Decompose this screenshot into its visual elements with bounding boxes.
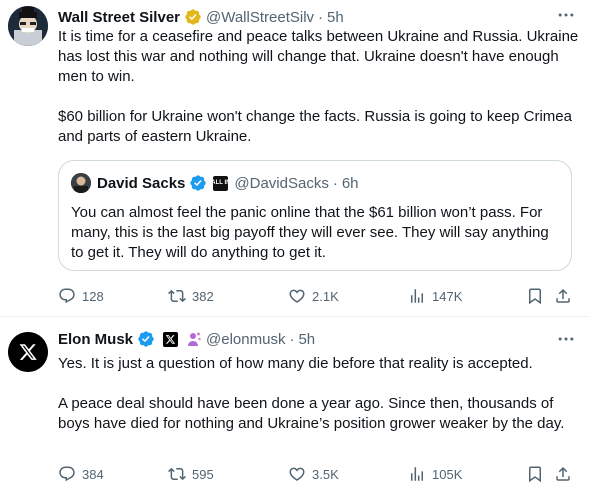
view-count: 105K bbox=[432, 466, 463, 482]
bookmark-button[interactable] bbox=[526, 464, 544, 484]
reply-icon bbox=[59, 466, 75, 482]
blue-verified-badge-icon[interactable] bbox=[137, 330, 155, 348]
repost-count: 595 bbox=[192, 466, 214, 482]
affiliation-label: ALL IN bbox=[211, 180, 231, 186]
post-actions: 128 382 2.1K 147K bbox=[52, 286, 582, 306]
views-button[interactable]: 147K bbox=[408, 286, 462, 306]
handle[interactable]: @elonmusk bbox=[206, 331, 285, 348]
blue-verified-badge-icon bbox=[189, 174, 207, 192]
bookmark-icon bbox=[529, 466, 541, 483]
quote-display-name: David Sacks bbox=[97, 174, 186, 192]
post-divider bbox=[0, 316, 590, 317]
share-button[interactable] bbox=[554, 286, 572, 306]
like-count: 3.5K bbox=[312, 466, 339, 482]
x-logo-icon bbox=[8, 332, 48, 372]
more-horizontal-icon bbox=[558, 13, 574, 17]
repost-icon bbox=[168, 289, 186, 303]
reply-button[interactable]: 384 bbox=[58, 464, 104, 484]
quote-timestamp: 6h bbox=[341, 174, 359, 192]
separator-dot: · bbox=[289, 330, 295, 348]
share-button[interactable] bbox=[554, 464, 572, 484]
post-paragraph: Yes. It is just a question of how many d… bbox=[58, 355, 533, 372]
display-name[interactable]: Wall Street Silver bbox=[58, 9, 180, 26]
x-affiliation-badge-icon[interactable] bbox=[163, 331, 179, 347]
quote-text: You can almost feel the panic online tha… bbox=[71, 204, 549, 261]
repost-button[interactable]: 382 bbox=[168, 286, 214, 306]
reply-button[interactable]: 128 bbox=[58, 286, 104, 306]
bookmark-button[interactable] bbox=[526, 286, 544, 306]
post-paragraph: $60 billion for Ukraine won't change the… bbox=[58, 108, 572, 145]
repost-icon bbox=[168, 467, 186, 481]
post-wall-street-silver[interactable]: Wall Street Silver @WallStreetSilv · 5h … bbox=[0, 0, 590, 316]
repost-button[interactable]: 595 bbox=[168, 464, 214, 484]
quote-header: David Sacks ALL IN @DavidSacks · 6h bbox=[71, 173, 359, 193]
post-paragraph: It is time for a ceasefire and peace tal… bbox=[58, 28, 579, 85]
more-horizontal-icon bbox=[558, 337, 574, 341]
post-text: It is time for a ceasefire and peace tal… bbox=[58, 27, 580, 147]
quoted-post[interactable]: David Sacks ALL IN @DavidSacks · 6h You … bbox=[58, 160, 572, 271]
heart-icon bbox=[289, 467, 305, 481]
post-paragraph: A peace deal should have been done a yea… bbox=[58, 395, 565, 432]
view-count: 147K bbox=[432, 288, 463, 304]
timestamp[interactable]: 5h bbox=[298, 331, 315, 348]
all-in-affiliation-badge-icon: ALL IN bbox=[211, 175, 231, 191]
views-chart-icon bbox=[411, 289, 423, 303]
avatar-image bbox=[8, 6, 48, 46]
more-options-button[interactable] bbox=[556, 5, 576, 25]
views-chart-icon bbox=[411, 467, 423, 481]
share-icon bbox=[556, 466, 570, 481]
like-count: 2.1K bbox=[312, 288, 339, 304]
quote-handle: @DavidSacks bbox=[234, 174, 329, 192]
post-header: Wall Street Silver @WallStreetSilv · 5h bbox=[58, 7, 344, 27]
reply-icon bbox=[59, 288, 75, 304]
avatar[interactable] bbox=[8, 6, 48, 46]
heart-icon bbox=[289, 289, 305, 303]
repost-count: 382 bbox=[192, 288, 214, 304]
character-emoji-icon bbox=[186, 331, 202, 347]
more-options-button[interactable] bbox=[556, 329, 576, 349]
reply-count: 384 bbox=[82, 466, 104, 482]
handle[interactable]: @WallStreetSilv bbox=[206, 9, 314, 26]
display-name[interactable]: Elon Musk bbox=[58, 331, 133, 348]
views-button[interactable]: 105K bbox=[408, 464, 462, 484]
post-actions: 384 595 3.5K 105K bbox=[52, 464, 582, 484]
post-header: Elon Musk @elonmusk · 5h bbox=[58, 329, 315, 349]
separator-dot: · bbox=[318, 8, 324, 26]
quote-avatar bbox=[71, 173, 91, 193]
reply-count: 128 bbox=[82, 288, 104, 304]
post-text: Yes. It is just a question of how many d… bbox=[58, 354, 580, 434]
like-button[interactable]: 3.5K bbox=[288, 464, 339, 484]
avatar[interactable] bbox=[8, 332, 48, 372]
separator-dot: · bbox=[332, 174, 338, 192]
bookmark-icon bbox=[529, 288, 541, 305]
timestamp[interactable]: 5h bbox=[327, 9, 344, 26]
like-button[interactable]: 2.1K bbox=[288, 286, 339, 306]
post-elon-musk[interactable]: Elon Musk @elonmusk · 5h Yes. It is just… bbox=[0, 318, 590, 494]
share-icon bbox=[556, 288, 570, 303]
gold-verified-badge-icon[interactable] bbox=[184, 8, 202, 26]
